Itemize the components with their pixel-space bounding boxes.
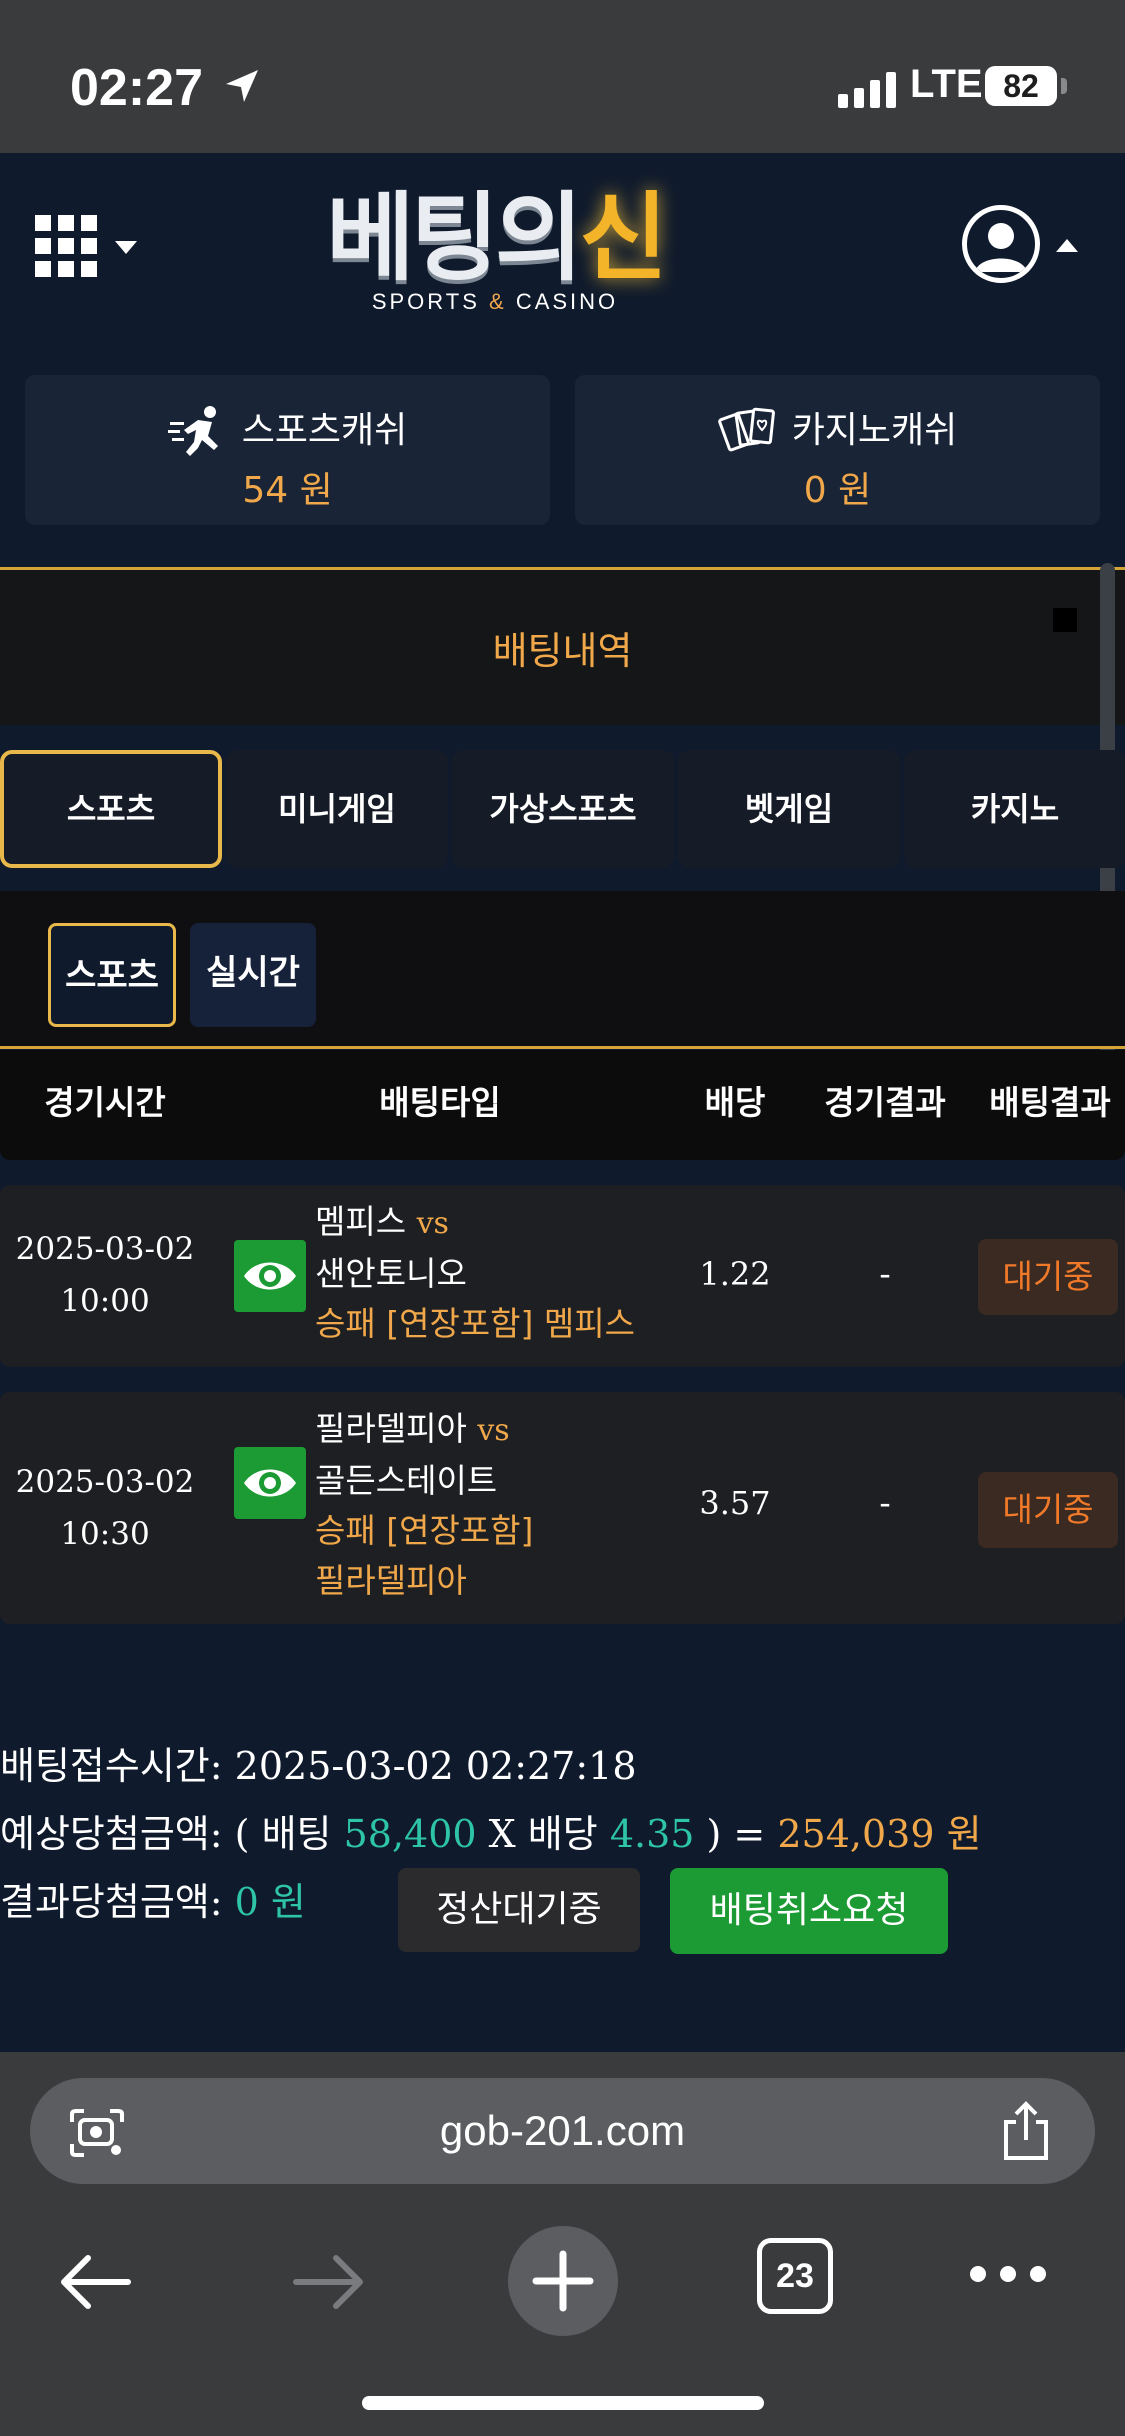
match-time: 10:30	[60, 1516, 150, 1552]
match-result-value: -	[879, 1255, 891, 1293]
match-datetime: 2025-03-02 10:30	[0, 1456, 210, 1560]
match-info: 멤피스 vs 샌안토니오 승패 [연장포함] 멤피스	[315, 1197, 695, 1349]
odds-value: 3.57	[699, 1484, 771, 1522]
more-dots-icon[interactable]	[970, 2266, 1046, 2286]
status-bar: 02:27 LTE 82	[0, 0, 1125, 153]
open-paren: ( 배팅	[234, 1812, 332, 1856]
th-match-result: 경기결과	[824, 1083, 946, 1122]
logo-text-gold: 신	[579, 182, 667, 294]
sports-cash-card[interactable]: 스포츠캐쉬 54 원	[25, 375, 550, 525]
share-icon[interactable]	[998, 2100, 1054, 2162]
received-label: 배팅접수시간:	[0, 1744, 223, 1788]
tab-casino[interactable]: 카지노	[904, 750, 1125, 868]
status-badge: 대기중	[978, 1472, 1118, 1548]
battery-tip	[1061, 78, 1067, 94]
betting-history-bar: 배팅내역	[0, 567, 1125, 725]
casino-cash-card[interactable]: 카지노캐쉬 0 원	[575, 375, 1100, 525]
close-eq: ) =	[706, 1812, 766, 1856]
tab-betgame[interactable]: 벳게임	[678, 750, 900, 868]
cancel-bet-button[interactable]: 배팅취소요청	[670, 1868, 948, 1954]
subtab-live[interactable]: 실시간	[190, 923, 316, 1027]
subtab-sports[interactable]: 스포츠	[48, 923, 176, 1027]
eye-icon[interactable]	[234, 1240, 306, 1312]
table-row: 2025-03-02 10:30 필라델피아 vs 골든스테이트 승패 [연장포…	[0, 1392, 1125, 1624]
close-square-icon[interactable]	[1053, 608, 1077, 632]
match-datetime: 2025-03-02 10:00	[0, 1223, 210, 1327]
url-bar[interactable]: gob-201.com	[30, 2078, 1095, 2184]
subtab-panel: 스포츠 실시간	[0, 891, 1125, 1049]
chevron-up-icon[interactable]	[1056, 239, 1078, 252]
home-indicator[interactable]	[362, 2396, 764, 2410]
casino-cash-value: 0 원	[803, 470, 872, 511]
battery-icon: 82	[985, 66, 1057, 106]
betting-history-title: 배팅내역	[492, 629, 633, 673]
away-team: 샌안토니오	[315, 1254, 467, 1293]
casino-cash-label: 카지노캐쉬	[791, 410, 958, 451]
browser-nav: 23	[0, 2224, 1125, 2344]
vs-label: vs	[416, 1206, 449, 1241]
chevron-down-icon[interactable]	[115, 241, 137, 254]
match-time: 10:00	[60, 1283, 150, 1319]
tab-count-button[interactable]: 23	[757, 2238, 833, 2314]
logo-sub-casino: CASINO	[515, 289, 619, 314]
back-arrow-icon[interactable]	[58, 2252, 132, 2312]
eye-icon[interactable]	[234, 1447, 306, 1519]
x-odds-label: X 배당	[488, 1812, 598, 1856]
category-tabs: 스포츠 미니게임 가상스포츠 벳게임 카지노	[0, 750, 1125, 868]
th-bet-result: 배팅결과	[989, 1083, 1111, 1122]
expected-win-amount: 254,039 원	[777, 1812, 982, 1856]
status-badge: 대기중	[978, 1239, 1118, 1315]
playing-cards-icon	[717, 407, 775, 452]
received-value: 2025-03-02 02:27:18	[234, 1744, 637, 1788]
table-row: 2025-03-02 10:00 멤피스 vs 샌안토니오 승패 [연장포함] …	[0, 1185, 1125, 1367]
odds-value: 1.22	[699, 1255, 771, 1293]
expected-win-line: 예상당첨금액: ( 배팅 58,400 X 배당 4.35 ) = 254,03…	[0, 1803, 982, 1858]
vs-label: vs	[477, 1413, 510, 1448]
result-value: 0 원	[234, 1880, 306, 1924]
result-label: 결과당첨금액:	[0, 1880, 223, 1924]
match-date: 2025-03-02	[15, 1231, 195, 1267]
tab-sports[interactable]: 스포츠	[0, 750, 222, 868]
forward-arrow-icon[interactable]	[292, 2252, 366, 2312]
sports-cash-value: 54 원	[242, 470, 333, 511]
tab-virtual-sports[interactable]: 가상스포츠	[452, 750, 674, 868]
settlement-pending-button[interactable]: 정산대기중	[398, 1868, 640, 1952]
total-odds: 4.35	[609, 1812, 695, 1856]
network-type: LTE	[910, 62, 983, 106]
site-logo[interactable]: 베팅의신 SPORTS & CASINO	[295, 183, 695, 323]
bet-amount: 58,400	[343, 1812, 477, 1856]
received-time-line: 배팅접수시간: 2025-03-02 02:27:18	[0, 1735, 637, 1790]
signal-bars-icon	[838, 68, 896, 108]
match-info: 필라델피아 vs 골든스테이트 승패 [연장포함] 필라델피아	[315, 1404, 695, 1606]
th-match-time: 경기시간	[44, 1083, 166, 1122]
url-text: gob-201.com	[439, 2107, 686, 2154]
user-avatar-icon[interactable]	[962, 205, 1040, 283]
site-header: 베팅의신 SPORTS & CASINO	[0, 153, 1125, 363]
match-result-value: -	[879, 1484, 891, 1522]
browser-toolbar: gob-201.com 23	[0, 2052, 1125, 2436]
menu-grid-icon[interactable]	[35, 215, 97, 277]
logo-sub-amp: &	[489, 289, 507, 314]
table-header: 경기시간 배팅타입 배당 경기결과 배팅결과	[0, 1050, 1125, 1160]
expected-label: 예상당첨금액:	[0, 1812, 223, 1856]
away-team: 골든스테이트	[315, 1461, 498, 1500]
tab-minigame[interactable]: 미니게임	[226, 750, 448, 868]
sports-cash-label: 스포츠캐쉬	[241, 410, 408, 451]
bet-pick: 승패 [연장포함]	[315, 1511, 534, 1550]
th-bet-type: 배팅타입	[379, 1083, 501, 1122]
bet-pick: 승패 [연장포함] 멤피스	[315, 1304, 635, 1343]
new-tab-button[interactable]	[508, 2226, 618, 2336]
match-date: 2025-03-02	[15, 1464, 195, 1500]
location-arrow-icon	[226, 70, 258, 102]
home-team: 멤피스	[315, 1202, 407, 1241]
plus-icon	[532, 2250, 594, 2312]
status-time: 02:27	[70, 59, 203, 117]
logo-text-white: 베팅의	[326, 182, 583, 294]
logo-sub-sports: SPORTS	[371, 289, 480, 314]
home-team: 필라델피아	[315, 1409, 467, 1448]
runner-icon	[167, 406, 218, 456]
bet-pick-team: 필라델피아	[315, 1561, 467, 1600]
result-win-line: 결과당첨금액: 0 원	[0, 1871, 306, 1926]
th-odds: 배당	[704, 1083, 766, 1122]
